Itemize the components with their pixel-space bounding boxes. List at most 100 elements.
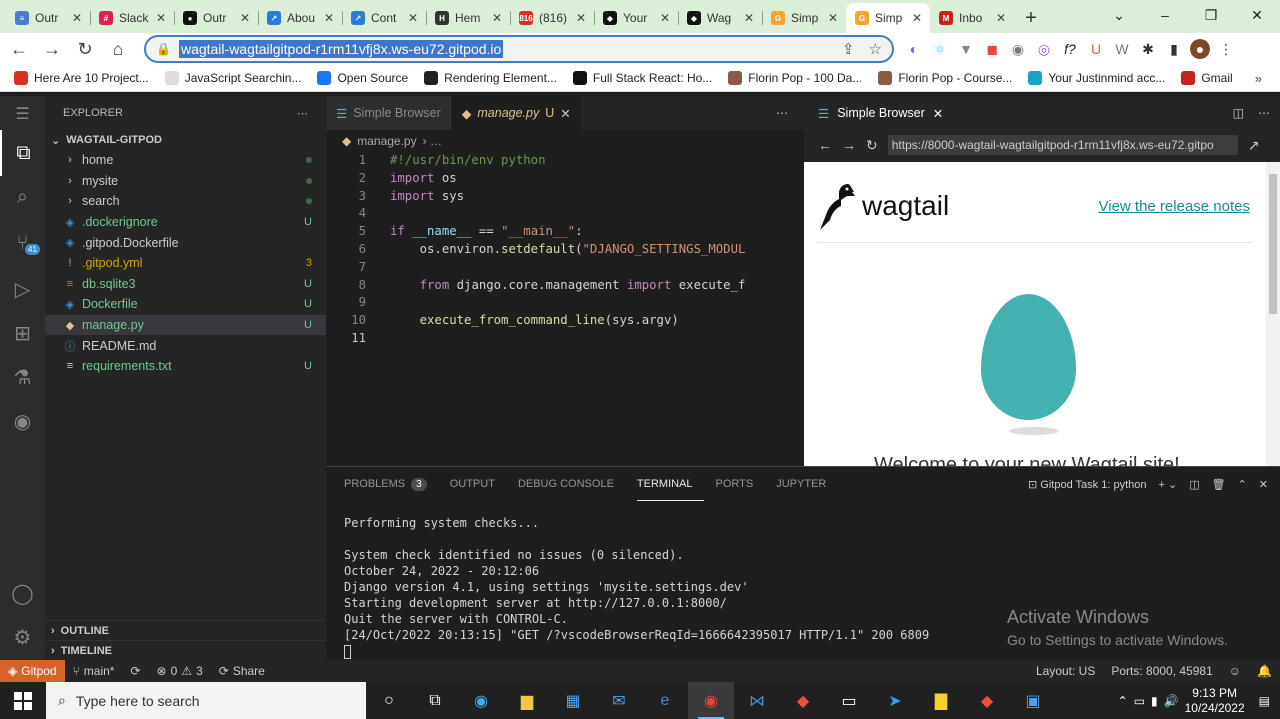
avatar[interactable]: ●	[1190, 39, 1210, 59]
ports-indicator[interactable]: Ports: 8000, 45981	[1103, 664, 1220, 678]
address-bar[interactable]: 🔒 wagtail-wagtailgitpod-r1rm11vfj8x.ws-e…	[144, 35, 894, 63]
telegram-icon[interactable]: ➤	[872, 682, 918, 719]
browser-tab[interactable]: G Simp ✕	[762, 3, 846, 33]
file-tree-item[interactable]: ⓘ README.md	[45, 335, 326, 356]
share-button[interactable]: ⟳ Share	[211, 664, 273, 678]
browser-tab[interactable]: ↗ Cont ✕	[342, 3, 426, 33]
outline-section[interactable]: › OUTLINE	[45, 620, 326, 640]
file-explorer-icon[interactable]: ▆	[504, 682, 550, 719]
sb-back-icon[interactable]: ←	[818, 137, 832, 153]
home-button[interactable]: ⌂	[104, 35, 132, 63]
browser-tab[interactable]: ≡ Outr ✕	[6, 3, 90, 33]
mail-icon[interactable]: ✉	[596, 682, 642, 719]
puzzle-icon[interactable]: ✱	[1138, 39, 1158, 59]
release-notes-link[interactable]: View the release notes	[1099, 198, 1251, 215]
close-tab-icon[interactable]: ✕	[912, 11, 922, 25]
close-tab-icon[interactable]: ✕	[240, 11, 250, 25]
file-tree-item[interactable]: ≡ requirements.txt U	[45, 356, 326, 377]
more-actions-icon[interactable]: ⋯	[297, 107, 308, 120]
camera-icon[interactable]: ◉	[1008, 39, 1028, 59]
edge-icon[interactable]: ◉	[458, 682, 504, 719]
browser-tab[interactable]: 816 (816) ✕	[510, 3, 594, 33]
gitpod-button[interactable]: ◈ Gitpod	[0, 660, 65, 682]
address-url[interactable]: wagtail-wagtailgitpod-r1rm11vfj8x.ws-eu7…	[178, 40, 504, 58]
bookmark-item[interactable]: Florin Pop - 100 Da...	[720, 71, 870, 85]
close-icon[interactable]: ✕	[933, 106, 943, 121]
browser-tab[interactable]: ↗ Abou ✕	[258, 3, 342, 33]
file-tree-item[interactable]: ◈ .gitpod.Dockerfile	[45, 232, 326, 253]
forward-button[interactable]: →	[38, 35, 66, 63]
breadcrumb-file[interactable]: manage.py	[357, 134, 416, 148]
close-icon[interactable]: ✕	[560, 106, 570, 121]
file-tree-item[interactable]: ! .gitpod.yml 3	[45, 253, 326, 274]
extension-icon[interactable]: ◐	[904, 39, 924, 59]
ie-icon[interactable]: e	[642, 682, 688, 719]
bookmark-item[interactable]: Rendering Element...	[416, 71, 565, 85]
close-panel-icon[interactable]: ✕	[1259, 478, 1268, 491]
sticky-notes-icon[interactable]: ▇	[918, 682, 964, 719]
notification-icon[interactable]: ▤	[1259, 694, 1270, 708]
accounts-icon[interactable]: ◯	[0, 570, 45, 616]
search-icon[interactable]: ⌕	[0, 174, 45, 220]
browser-tab[interactable]: H Hem ✕	[426, 3, 510, 33]
github-icon[interactable]: ◉	[0, 398, 45, 444]
extension-icon[interactable]: ▼	[956, 39, 976, 59]
extension-icon[interactable]: f?	[1060, 39, 1080, 59]
chevron-up-icon[interactable]: ⌃	[1118, 694, 1128, 708]
hamburger-menu-icon[interactable]: ☰	[0, 96, 45, 132]
panel-tab[interactable]: PROBLEMS 3	[344, 467, 438, 501]
extension-icon[interactable]: ⚛	[930, 39, 950, 59]
new-tab-button[interactable]: +	[1014, 3, 1048, 33]
close-tab-icon[interactable]: ✕	[996, 11, 1006, 25]
code-editor[interactable]: 1 #!/usr/bin/env python 2 import os 3 impor…	[326, 152, 804, 348]
panel-tab[interactable]: OUTPUT	[450, 467, 506, 501]
close-tab-icon[interactable]: ✕	[576, 11, 586, 25]
timeline-section[interactable]: › TIMELINE	[45, 640, 326, 660]
terminal-icon[interactable]: ▭	[826, 682, 872, 719]
close-tab-icon[interactable]: ✕	[744, 11, 754, 25]
extensions-icon[interactable]: ⊞	[0, 310, 45, 356]
sb-reload-icon[interactable]: ↻	[866, 137, 878, 154]
terminal-output[interactable]: Performing system checks... System check …	[344, 515, 929, 659]
clock[interactable]: 9:13 PM 10/24/2022	[1185, 686, 1245, 716]
close-tab-icon[interactable]: ✕	[408, 11, 418, 25]
file-tree-item[interactable]: ◈ .dockerignore U	[45, 212, 326, 233]
close-tab-icon[interactable]: ✕	[324, 11, 334, 25]
close-tab-icon[interactable]: ✕	[660, 11, 670, 25]
browser-tab[interactable]: ◆ Your ✕	[594, 3, 678, 33]
side-panel-icon[interactable]: ▮	[1164, 39, 1184, 59]
bookmarks-overflow-icon[interactable]: »	[1255, 71, 1262, 86]
extension-icon[interactable]: U	[1086, 39, 1106, 59]
tab-simple-browser[interactable]: ☰ Simple Browser	[326, 96, 452, 130]
git-icon[interactable]: ◆	[964, 682, 1010, 719]
source-control-icon[interactable]: ⑂ 41	[0, 220, 45, 266]
bookmark-item[interactable]: Your Justinmind acc...	[1020, 71, 1173, 85]
share-icon[interactable]: ⇪	[842, 40, 855, 58]
more-actions-icon[interactable]: ⋯	[582, 96, 804, 130]
open-external-icon[interactable]: ↗	[1248, 137, 1260, 154]
minimize-button[interactable]: –	[1142, 0, 1188, 30]
add-terminal-icon[interactable]: + ⌄	[1158, 478, 1177, 491]
file-tree-item[interactable]: ◈ Dockerfile U	[45, 294, 326, 315]
cortana-icon[interactable]: ○	[366, 682, 412, 719]
file-tree-item[interactable]: › search	[45, 191, 326, 212]
chrome-icon[interactable]: ◉	[688, 682, 734, 719]
panel-tab[interactable]: JUPYTER	[776, 467, 837, 501]
vscode-taskbar-icon[interactable]: ⋈	[734, 682, 780, 719]
browser-tab[interactable]: ◆ Wag ✕	[678, 3, 762, 33]
browser-tab[interactable]: # Slack ✕	[90, 3, 174, 33]
bookmark-item[interactable]: Full Stack React: Ho...	[565, 71, 720, 85]
bookmark-item[interactable]: Here Are 10 Project...	[6, 71, 157, 85]
taskbar-search[interactable]: ⌕ Type here to search	[46, 682, 366, 719]
browser-tab[interactable]: G Simp ✕	[846, 3, 930, 33]
store-icon[interactable]: ▦	[550, 682, 596, 719]
sb-forward-icon[interactable]: →	[842, 137, 856, 153]
terminal-selector[interactable]: ⊡ Gitpod Task 1: python	[1028, 478, 1146, 491]
extension-icon[interactable]: W	[1112, 39, 1132, 59]
split-editor-icon[interactable]: ◫	[1233, 106, 1244, 120]
panel-tab[interactable]: TERMINAL	[636, 467, 704, 501]
explorer-icon[interactable]: ⧉	[0, 130, 45, 176]
file-tree-item[interactable]: ≡ db.sqlite3 U	[45, 274, 326, 295]
file-tree-item[interactable]: ◆ manage.py U	[45, 314, 326, 336]
layout-indicator[interactable]: Layout: US	[1028, 664, 1103, 678]
